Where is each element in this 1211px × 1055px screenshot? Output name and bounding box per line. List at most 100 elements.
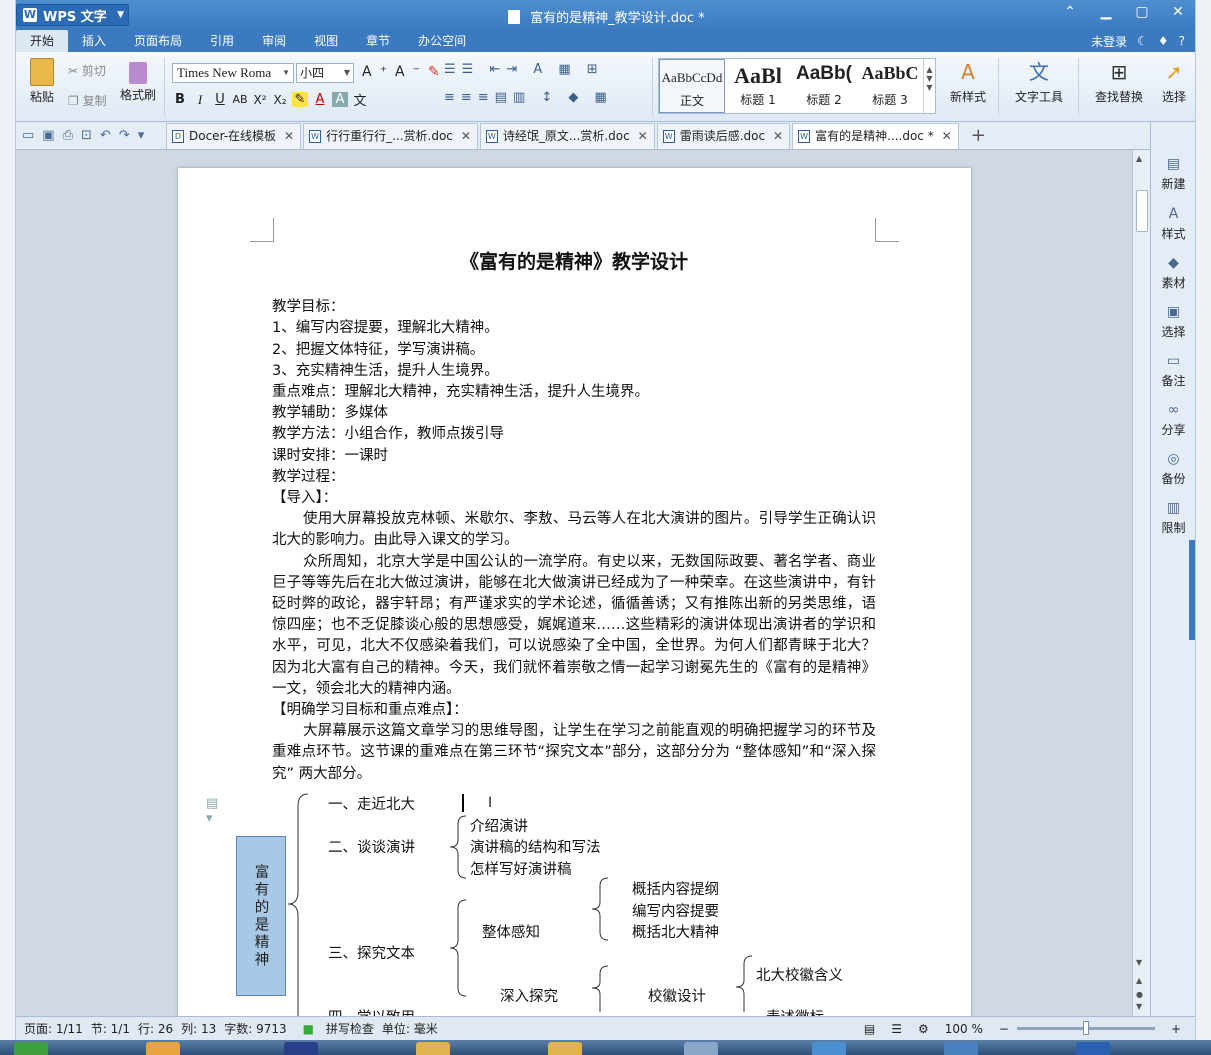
- tab-references[interactable]: 引用: [196, 30, 248, 52]
- login-link[interactable]: 未登录: [1091, 33, 1127, 50]
- doc-tab-2[interactable]: W 行行重行行_...赏析.doc ✕: [303, 123, 478, 149]
- select-button[interactable]: ➚ 选择: [1156, 58, 1192, 105]
- status-words[interactable]: 字数: 9713: [224, 1020, 286, 1037]
- superscript-button[interactable]: X²: [252, 93, 268, 107]
- strikethrough-button[interactable]: AB: [232, 93, 248, 106]
- undo-icon[interactable]: ↶: [100, 128, 111, 143]
- doc-tab-active[interactable]: W 富有的是精神....doc * ✕: [792, 123, 959, 149]
- style-gallery-scroll[interactable]: ▲ ▼ ▼: [923, 59, 935, 113]
- taskbar-app-icon[interactable]: [944, 1042, 978, 1055]
- shirt-icon[interactable]: ♦: [1158, 34, 1169, 48]
- underline-button[interactable]: U: [212, 92, 228, 107]
- browse-object-icon[interactable]: ●: [1136, 990, 1143, 999]
- pane-note[interactable]: ▭ 备注: [1151, 353, 1196, 389]
- tab-home[interactable]: 开始: [16, 30, 69, 52]
- pane-style[interactable]: A 样式: [1151, 206, 1196, 242]
- highlight-icon[interactable]: ✎: [292, 92, 308, 107]
- pane-restrict[interactable]: ▥ 限制: [1151, 500, 1196, 536]
- document-body[interactable]: 《富有的是精神》教学设计 教学目标： 1、编写内容提要，理解北大精神。 2、把握…: [272, 251, 876, 785]
- copy-button[interactable]: ❐ 复制: [68, 92, 107, 109]
- maximize-button[interactable]: ▢: [1133, 4, 1151, 20]
- close-button[interactable]: ✕: [1169, 4, 1187, 20]
- text-tools-button[interactable]: 文 文字工具: [1008, 58, 1070, 105]
- vertical-scrollbar[interactable]: ▲ ▼ ▲ ● ▼: [1132, 150, 1150, 1016]
- italic-button[interactable]: I: [192, 92, 208, 108]
- zoom-value[interactable]: 100 %: [945, 1022, 983, 1036]
- doc-tab-docer[interactable]: D Docer-在线模板 ✕: [166, 123, 302, 149]
- style-heading-2[interactable]: AaBb( 标题 2: [791, 59, 857, 113]
- print-preview-icon[interactable]: ⊡: [81, 128, 92, 143]
- save-icon[interactable]: ▣: [42, 128, 54, 143]
- pane-backup[interactable]: ◎ 备份: [1151, 451, 1196, 487]
- font-size-select[interactable]: 小四 ▼: [296, 63, 354, 83]
- font-name-select[interactable]: Times New Roma ▼: [172, 63, 294, 83]
- pane-share[interactable]: ∞ 分享: [1151, 402, 1196, 438]
- skin-icon[interactable]: ☾: [1137, 34, 1148, 48]
- zoom-slider[interactable]: [1016, 1021, 1155, 1035]
- customize-toolbar-icon[interactable]: ▾: [138, 128, 145, 143]
- style-heading-3[interactable]: AaBbC 标题 3: [857, 59, 923, 113]
- taskbar-wps-icon[interactable]: [1076, 1042, 1110, 1055]
- paste-button[interactable]: 粘贴: [24, 58, 60, 105]
- doc-tab-3[interactable]: W 诗经氓_原文...赏析.doc ✕: [479, 123, 655, 149]
- document-page[interactable]: 《富有的是精神》教学设计 教学目标： 1、编写内容提要，理解北大精神。 2、把握…: [178, 168, 971, 1016]
- print-icon[interactable]: ⎙: [63, 128, 73, 143]
- help-icon[interactable]: ?: [1179, 34, 1185, 48]
- app-menu-button[interactable]: W WPS 文字 ▼: [16, 4, 129, 26]
- list-tools[interactable]: ☰☰ ⇤⇥ A ▦ ⊞: [444, 62, 604, 77]
- paragraph-align-tools[interactable]: ≡≡≡▤▥ ↕ ◆ ▦: [444, 90, 613, 105]
- taskbar-app-icon[interactable]: [284, 1042, 318, 1055]
- taskbar-folder-icon[interactable]: [548, 1042, 582, 1055]
- pane-material[interactable]: ◆ 素材: [1151, 255, 1196, 291]
- close-icon[interactable]: ✕: [773, 124, 783, 149]
- start-button-icon[interactable]: [14, 1042, 48, 1055]
- tab-review[interactable]: 审阅: [248, 30, 300, 52]
- new-style-button[interactable]: A 新样式: [944, 58, 992, 105]
- status-unit[interactable]: 单位: 毫米: [382, 1020, 438, 1037]
- tab-chapter[interactable]: 章节: [352, 30, 404, 52]
- scroll-down-icon[interactable]: ▼: [1136, 958, 1142, 967]
- page-view-icon[interactable]: ▤: [864, 1022, 875, 1036]
- find-replace-button[interactable]: ⊞ 查找替换: [1086, 58, 1152, 105]
- taskbar-app-icon[interactable]: [146, 1042, 180, 1055]
- close-icon[interactable]: ✕: [284, 124, 294, 149]
- close-icon[interactable]: ✕: [942, 124, 952, 149]
- subscript-button[interactable]: X₂: [272, 93, 288, 107]
- phonetic-guide-icon[interactable]: 文: [352, 90, 368, 109]
- font-size-grow-shrink[interactable]: A⁺A⁻✎: [362, 64, 448, 80]
- new-tab-button[interactable]: +: [961, 123, 996, 149]
- taskbar-app-icon[interactable]: [684, 1042, 718, 1055]
- zoom-slider-knob[interactable]: [1082, 1021, 1089, 1035]
- font-color-button[interactable]: A: [312, 92, 328, 107]
- bold-button[interactable]: B: [172, 92, 188, 107]
- redo-icon[interactable]: ↷: [119, 128, 130, 143]
- format-painter-button[interactable]: 格式刷: [118, 58, 158, 103]
- tab-view[interactable]: 视图: [300, 30, 352, 52]
- tab-page-layout[interactable]: 页面布局: [120, 30, 196, 52]
- scroll-thumb[interactable]: [1136, 190, 1148, 232]
- cut-button[interactable]: ✂ 剪切: [68, 62, 106, 79]
- doc-tab-4[interactable]: W 雷雨读后感.doc ✕: [656, 123, 791, 149]
- tab-insert[interactable]: 插入: [68, 30, 120, 52]
- minimize-button[interactable]: ▁: [1097, 4, 1115, 20]
- collapse-ribbon-icon[interactable]: ⌃: [1061, 4, 1079, 20]
- pane-select[interactable]: ▣ 选择: [1151, 304, 1196, 340]
- scroll-up-icon[interactable]: ▲: [1136, 154, 1142, 163]
- taskbar-folder-icon[interactable]: [416, 1042, 450, 1055]
- outline-view-icon[interactable]: ☰: [891, 1022, 902, 1036]
- paste-options-icon[interactable]: ▤ ▾: [206, 796, 218, 826]
- zoom-out-button[interactable]: −: [999, 1022, 1009, 1036]
- close-icon[interactable]: ✕: [461, 124, 471, 149]
- next-page-icon[interactable]: ▼: [1136, 1002, 1142, 1011]
- web-view-icon[interactable]: ⚙: [918, 1022, 929, 1036]
- taskbar-browser-icon[interactable]: [812, 1042, 846, 1055]
- close-icon[interactable]: ✕: [638, 124, 648, 149]
- open-folder-icon[interactable]: ▭: [22, 128, 34, 143]
- char-shading-button[interactable]: A: [332, 92, 348, 107]
- tab-office-space[interactable]: 办公空间: [404, 30, 480, 52]
- spell-check-toggle[interactable]: ■ 拼写检查: [295, 1020, 374, 1037]
- prev-page-icon[interactable]: ▲: [1136, 976, 1142, 985]
- pane-new[interactable]: ▤ 新建: [1151, 156, 1196, 192]
- style-normal[interactable]: AaBbCcDd 正文: [659, 59, 725, 113]
- style-heading-1[interactable]: AaBl 标题 1: [725, 59, 791, 113]
